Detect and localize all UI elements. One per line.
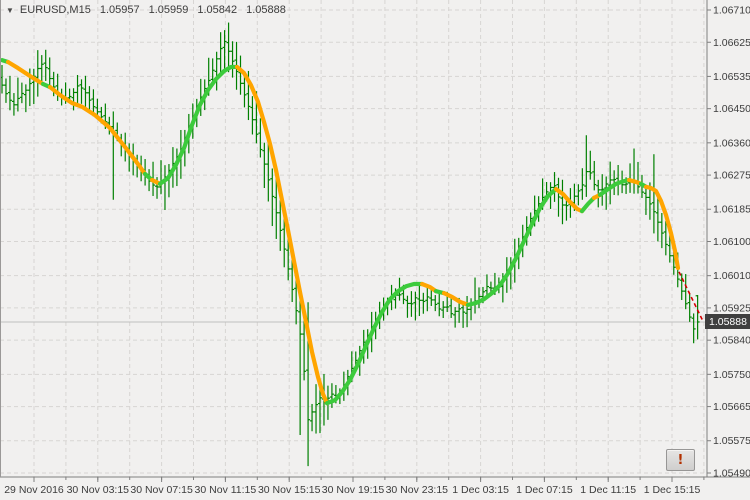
ohlc-high: 1.05959 [149,4,189,16]
price-axis-label: 1.05750 [713,369,750,381]
grid-layer [0,0,707,477]
price-axis-label: 1.06625 [713,37,750,49]
time-axis-label: 30 Nov 19:15 [322,484,385,496]
price-axis-label: 1.06710 [713,5,750,17]
price-axis-label: 1.06535 [713,71,750,83]
ohlc-open: 1.05957 [100,4,140,16]
price-axis-label: 1.05840 [713,335,750,347]
forecast-layer [679,272,703,321]
time-axis[interactable]: 29 Nov 201630 Nov 03:1530 Nov 07:1530 No… [4,477,704,496]
time-axis-label: 1 Dec 15:15 [644,484,701,496]
ohlc-close: 1.05888 [246,4,286,16]
time-axis-label: 1 Dec 11:15 [580,484,636,496]
forecast-dashed-line [679,272,703,321]
time-axis-label: 30 Nov 23:15 [386,484,449,496]
price-axis[interactable]: 1.06710 1.06625 1.06535 1.06450 1.06360 1.062… [707,5,750,480]
price-axis-label: 1.06450 [713,103,750,115]
price-axis-label: 1.06100 [713,236,750,248]
chart-canvas[interactable]: 1.06710 1.06625 1.06535 1.06450 1.06360 1.062… [0,0,750,500]
current-price-tag: 1.05888 [705,314,750,329]
price-axis-label: 1.05575 [713,435,750,447]
price-axis-label: 1.06185 [713,204,750,216]
axes-layer [0,0,750,477]
price-axis-label: 1.06360 [713,137,750,149]
ma-segment-down [422,284,436,291]
time-axis-label: 30 Nov 11:15 [195,484,257,496]
ohlc-low: 1.05842 [197,4,237,16]
time-axis-label: 1 Dec 07:15 [516,484,573,496]
chevron-down-icon[interactable]: ▼ [6,6,14,15]
time-axis-label: 30 Nov 15:15 [258,484,321,496]
symbol-period-label: EURUSD,M15 [20,4,91,16]
price-axis-label: 1.05925 [713,302,750,314]
alert-exclamation-icon: ! [678,454,684,467]
chart-header: ▼ EURUSD,M15 1.05957 1.05959 1.05842 1.0… [6,3,286,17]
price-axis-label: 1.06275 [713,170,750,182]
price-axis-label: 1.06010 [713,270,750,282]
chart-window: 1.06710 1.06625 1.06535 1.06450 1.06360 1.062… [0,0,750,500]
time-axis-label: 30 Nov 03:15 [67,484,130,496]
time-axis-label: 30 Nov 07:15 [130,484,193,496]
price-axis-label: 1.05665 [713,401,750,413]
ma-segment-down [237,67,327,403]
alert-button[interactable]: ! [666,449,695,471]
time-axis-label: 29 Nov 2016 [4,484,64,496]
bars-layer [0,23,700,467]
price-axis-label: 1.05490 [713,468,750,480]
time-axis-label: 1 Dec 03:15 [452,484,509,496]
